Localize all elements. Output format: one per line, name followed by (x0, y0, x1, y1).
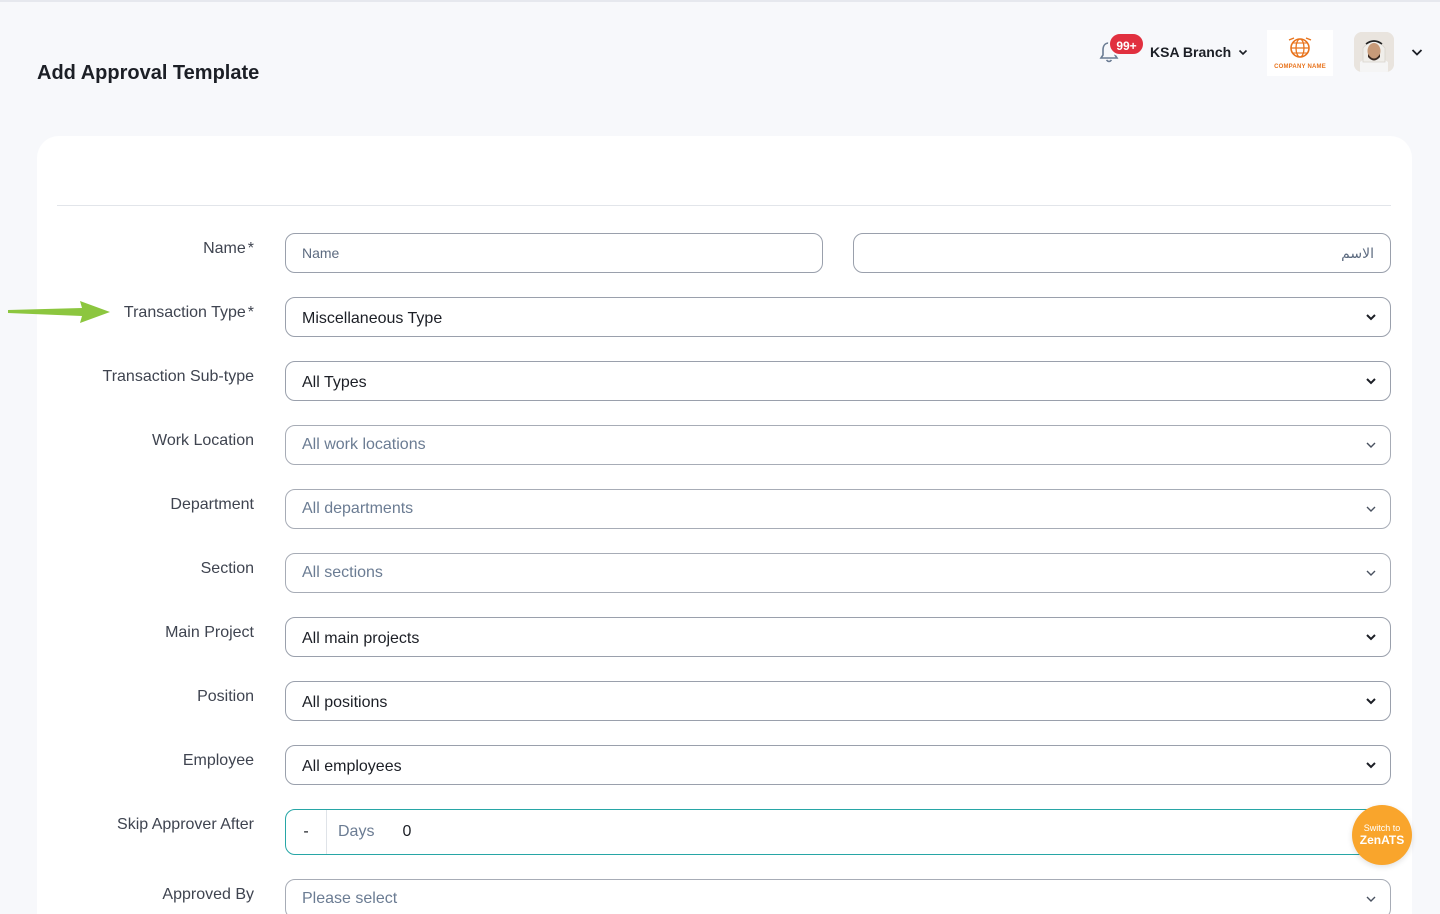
transaction-type-select[interactable]: Miscellaneous Type (285, 297, 1391, 337)
branch-label: KSA Branch (1150, 44, 1232, 60)
chevron-down-icon (1366, 634, 1376, 641)
employee-select[interactable]: All employees (285, 745, 1391, 785)
skip-days-input[interactable]: 0 (402, 823, 411, 841)
transaction-type-label: Transaction Type * (123, 304, 254, 321)
position-select[interactable]: All positions (285, 681, 1391, 721)
department-label: Department (170, 496, 254, 513)
chevron-down-icon (1366, 506, 1376, 512)
chevron-down-icon (1366, 570, 1376, 576)
user-avatar[interactable] (1354, 32, 1394, 72)
chevron-down-icon (1366, 378, 1376, 385)
skip-approver-input-group: - Days 0 (285, 809, 1391, 855)
chevron-down-icon (1239, 49, 1248, 56)
position-value: All positions (302, 694, 388, 711)
chevron-down-icon (1366, 442, 1376, 448)
name-ar-input-wrapper (853, 233, 1391, 273)
page-title: Add Approval Template (37, 62, 260, 84)
approved-by-select[interactable]: Please select (285, 879, 1391, 914)
switch-fab-line2: ZenATS (1359, 833, 1405, 847)
department-value: All departments (302, 500, 414, 517)
work-location-value: All work locations (302, 436, 426, 453)
work-location-select[interactable]: All work locations (285, 425, 1391, 465)
name-arabic-input[interactable] (870, 245, 1374, 261)
company-name-text: COMPANY NAME (1274, 64, 1326, 70)
chevron-down-icon[interactable] (1409, 44, 1425, 60)
switch-fab-line1: Switch to (1363, 823, 1401, 833)
transaction-subtype-value: All Types (302, 374, 367, 391)
notification-badge: 99+ (1108, 32, 1145, 56)
main-project-value: All main projects (302, 630, 420, 647)
chevron-down-icon (1366, 896, 1376, 902)
approved-by-value: Please select (302, 890, 398, 907)
green-arrow-icon (8, 301, 110, 323)
transaction-type-value: Miscellaneous Type (302, 310, 443, 327)
employee-value: All employees (302, 758, 402, 775)
transaction-subtype-select[interactable]: All Types (285, 361, 1391, 401)
chevron-down-icon (1366, 762, 1376, 769)
section-select[interactable]: All sections (285, 553, 1391, 593)
work-location-label: Work Location (152, 432, 254, 449)
position-label: Position (197, 688, 254, 705)
card-divider (57, 205, 1391, 206)
user-photo-icon (1354, 32, 1394, 72)
days-unit-label: Days (338, 823, 375, 840)
name-input-wrapper (285, 233, 823, 273)
chevron-down-icon (1366, 314, 1376, 321)
name-label: Name * (203, 240, 254, 257)
top-border (0, 0, 1440, 2)
name-input[interactable] (302, 245, 806, 261)
chevron-down-icon (1366, 698, 1376, 705)
employee-label: Employee (182, 752, 254, 769)
approved-by-label: Approved By (162, 886, 254, 903)
section-value: All sections (302, 564, 383, 581)
department-select[interactable]: All departments (285, 489, 1391, 529)
globe-icon (1288, 37, 1312, 58)
branch-selector[interactable]: KSA Branch (1150, 44, 1249, 60)
decrement-button[interactable]: - (286, 810, 327, 854)
switch-to-zenats-button[interactable]: Switch to ZenATS (1352, 805, 1412, 865)
company-logo: COMPANY NAME (1267, 30, 1333, 76)
skip-approver-label: Skip Approver After (117, 816, 254, 833)
main-project-select[interactable]: All main projects (285, 617, 1391, 657)
section-label: Section (200, 560, 254, 577)
transaction-subtype-label: Transaction Sub-type (102, 368, 254, 385)
main-project-label: Main Project (165, 624, 254, 641)
